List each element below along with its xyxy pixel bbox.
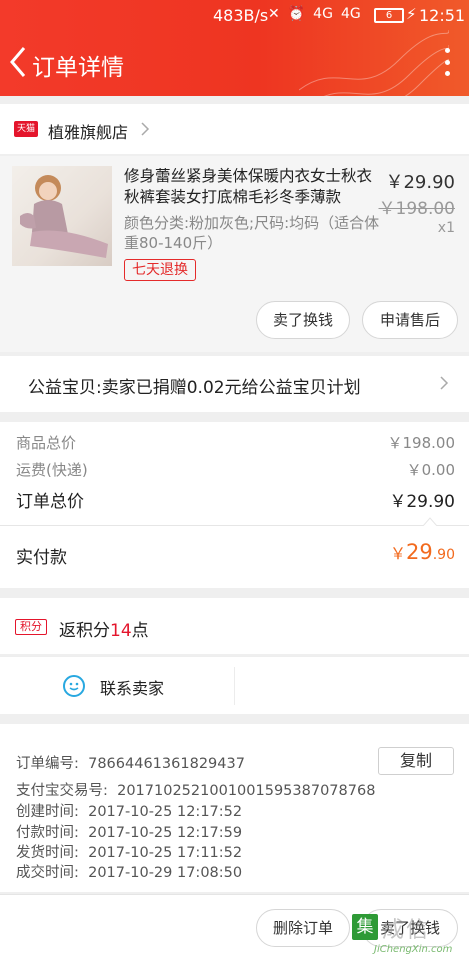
chevron-right-icon bbox=[440, 376, 449, 390]
paid-amount-label: 实付款 bbox=[16, 548, 67, 568]
more-icon[interactable] bbox=[443, 48, 451, 76]
watermark-box: 集 bbox=[352, 914, 378, 940]
order-total-label: 订单总价 bbox=[16, 492, 84, 512]
after-sale-button[interactable]: 申请售后 bbox=[362, 301, 458, 339]
charity-row[interactable]: 公益宝贝:卖家已捐赠0.02元给公益宝贝计划 bbox=[0, 356, 469, 412]
copy-button[interactable]: 复制 bbox=[378, 747, 454, 775]
shipping-value: ￥0.00 bbox=[406, 461, 455, 479]
goods-total-label: 商品总价 bbox=[16, 434, 77, 452]
shop-row[interactable]: 天猫 植雅旗舰店 bbox=[0, 104, 469, 154]
alarm-icon: ⏰ bbox=[287, 6, 306, 22]
mute-icon: ✕ bbox=[268, 6, 280, 22]
created-time: 2017-10-25 12:17:52 bbox=[88, 804, 243, 820]
product-price: ￥29.90 bbox=[385, 172, 455, 193]
points-badge: 积分 bbox=[15, 619, 47, 635]
watermark-url: JiChengXin.com bbox=[374, 944, 453, 955]
order-number: 78664461361829437 bbox=[88, 756, 245, 772]
battery-icon: 6 bbox=[374, 8, 404, 23]
completed-time-row: 成交时间: 2017-10-29 17:08:50 bbox=[16, 861, 242, 882]
app-header: 483B/s ✕ ⏰ 4G 4G 6 ⚡ 12:51 订单详情 bbox=[0, 0, 469, 96]
shipped-time-label: 发货时间: bbox=[16, 845, 79, 861]
chevron-up-icon bbox=[423, 517, 437, 526]
nav-bar: 订单详情 bbox=[0, 34, 469, 92]
sell-for-cash-button[interactable]: 卖了换钱 bbox=[256, 301, 350, 339]
contact-seller-row: 联系卖家 bbox=[0, 656, 469, 714]
points-prefix: 返积分 bbox=[59, 621, 110, 641]
created-time-row: 创建时间: 2017-10-25 12:17:52 bbox=[16, 800, 242, 821]
page-title: 订单详情 bbox=[32, 55, 124, 81]
points-text: 返积分14点 bbox=[59, 616, 149, 641]
product-item: 修身蕾丝紧身美体保暖内衣女士秋衣秋裤套装女打底棉毛衫冬季薄款 颜色分类:粉加灰色… bbox=[0, 156, 469, 352]
chevron-right-icon bbox=[141, 122, 150, 136]
alipay-number-label: 支付宝交易号: bbox=[16, 783, 108, 799]
back-icon[interactable] bbox=[8, 44, 28, 80]
alipay-number-row: 支付宝交易号: 2017102521001001595387078768 bbox=[16, 779, 375, 800]
watermark-logo: 集 成信 JiChengXin.com bbox=[352, 912, 466, 958]
points-row: 积分 返积分14点 bbox=[0, 598, 469, 654]
product-title[interactable]: 修身蕾丝紧身美体保暖内衣女士秋衣秋裤套装女打底棉毛衫冬季薄款 bbox=[124, 166, 382, 208]
status-icons: ✕ ⏰ 4G 4G bbox=[268, 6, 361, 22]
order-number-row: 订单编号: 78664461361829437 bbox=[16, 752, 245, 773]
order-total-value: ￥29.90 bbox=[389, 492, 455, 512]
order-number-label: 订单编号: bbox=[16, 756, 79, 772]
delete-order-button[interactable]: 删除订单 bbox=[256, 909, 350, 947]
status-bar: 483B/s ✕ ⏰ 4G 4G 6 ⚡ 12:51 bbox=[0, 0, 469, 32]
goods-total-value: ￥198.00 bbox=[387, 434, 456, 452]
alipay-number: 2017102521001001595387078768 bbox=[117, 783, 376, 799]
paid-amount-value: ￥29.90 bbox=[390, 540, 455, 564]
product-spec: 颜色分类:粉加灰色;尺码:均码（适合体重80-140斤） bbox=[124, 214, 380, 252]
signal-left-icon: 4G bbox=[313, 6, 333, 22]
shipped-time-row: 发货时间: 2017-10-25 17:11:52 bbox=[16, 841, 242, 862]
order-total-row: 订单总价 ￥29.90 bbox=[16, 487, 455, 512]
chat-icon[interactable] bbox=[62, 674, 86, 698]
charging-icon: ⚡ bbox=[406, 5, 417, 23]
paid-integer: 29 bbox=[406, 540, 433, 564]
clock: 12:51 bbox=[419, 6, 466, 25]
return-policy-tag: 七天退换 bbox=[124, 259, 196, 281]
paid-currency: ￥ bbox=[389, 544, 406, 563]
product-image[interactable] bbox=[12, 166, 112, 266]
shipping-label: 运费(快递) bbox=[16, 461, 88, 479]
completed-time: 2017-10-29 17:08:50 bbox=[88, 865, 243, 881]
divider bbox=[0, 525, 469, 526]
paid-time-label: 付款时间: bbox=[16, 825, 79, 841]
divider bbox=[234, 667, 235, 705]
network-speed: 483B/s bbox=[213, 6, 269, 25]
paid-time: 2017-10-25 12:17:59 bbox=[88, 825, 243, 841]
points-number: 14 bbox=[110, 621, 132, 641]
signal-right-icon: 4G bbox=[340, 6, 361, 22]
shipping-row: 运费(快递) ￥0.00 bbox=[16, 459, 455, 483]
contact-seller-button[interactable]: 联系卖家 bbox=[100, 675, 164, 699]
shop-name[interactable]: 植雅旗舰店 bbox=[48, 119, 128, 143]
product-quantity: x1 bbox=[437, 220, 455, 236]
product-original-price: ￥198.00 bbox=[378, 199, 455, 219]
price-summary: 商品总价 ￥198.00 运费(快递) ￥0.00 订单总价 ￥29.90 实付… bbox=[0, 422, 469, 588]
watermark-word: 成信 bbox=[382, 918, 431, 943]
order-info: 订单编号: 78664461361829437 复制 支付宝交易号: 20171… bbox=[0, 724, 469, 892]
paid-decimal: .90 bbox=[432, 547, 455, 563]
tmall-badge: 天猫 bbox=[14, 121, 38, 137]
paid-time-row: 付款时间: 2017-10-25 12:17:59 bbox=[16, 821, 242, 842]
goods-total-row: 商品总价 ￥198.00 bbox=[16, 432, 455, 456]
shipped-time: 2017-10-25 17:11:52 bbox=[88, 845, 243, 861]
created-time-label: 创建时间: bbox=[16, 804, 79, 820]
points-suffix: 点 bbox=[131, 621, 149, 641]
completed-time-label: 成交时间: bbox=[16, 865, 79, 881]
charity-text: 公益宝贝:卖家已捐赠0.02元给公益宝贝计划 bbox=[28, 378, 361, 398]
